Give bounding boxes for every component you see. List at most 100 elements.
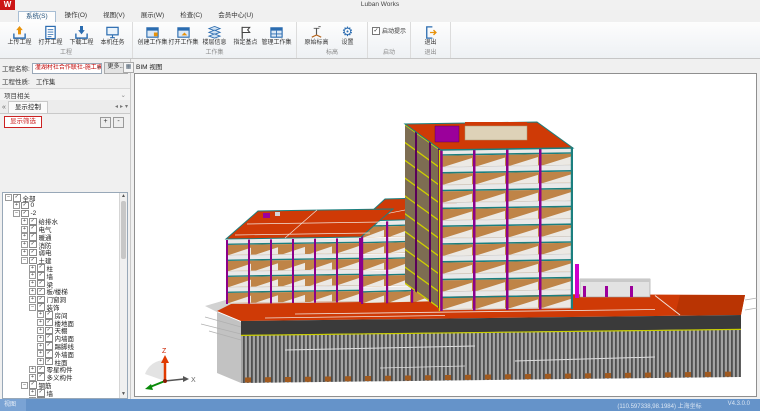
checkbox-checked-icon[interactable]: ✓ — [45, 350, 53, 358]
startup-tip-checkbox[interactable]: ✓ 启动提示 — [370, 22, 408, 35]
expand-icon[interactable]: + — [21, 226, 28, 233]
tree-item[interactable]: +✓墙 — [3, 272, 127, 280]
checkbox-checked-icon[interactable]: ✓ — [29, 241, 37, 249]
display-filter-button[interactable]: 显示筛选 — [4, 116, 42, 128]
collapse-panel-icon[interactable]: « — [0, 102, 8, 113]
more-tabs-icon[interactable]: ▾ — [125, 102, 128, 113]
collapse-all-button[interactable]: - — [113, 117, 124, 128]
expand-icon[interactable]: + — [37, 350, 44, 357]
tree-item[interactable]: −✓土建 — [3, 256, 127, 264]
scroll-up-icon[interactable]: ▲ — [120, 193, 127, 200]
tree-item[interactable]: +✓门窗洞 — [3, 295, 127, 303]
expand-icon[interactable]: + — [21, 233, 28, 240]
collapse-icon[interactable]: − — [13, 210, 20, 217]
project-name-dropdown[interactable]: 潼湖村社合作联社-施工模型▾ — [32, 63, 102, 74]
tree-item[interactable]: +✓消防 — [3, 241, 127, 249]
checkbox-checked-icon[interactable]: ✓ — [37, 366, 45, 374]
bim-view-tab[interactable]: BIM 视图 — [136, 61, 162, 71]
tree-scrollbar[interactable]: ▲ ▼ — [119, 193, 127, 398]
expand-icon[interactable]: + — [37, 319, 44, 326]
checkbox-checked-icon[interactable]: ✓ — [29, 257, 37, 265]
expand-icon[interactable]: + — [21, 241, 28, 248]
upload-project-button[interactable]: 上传工程 — [4, 24, 35, 47]
expand-icon[interactable]: + — [29, 296, 36, 303]
tree-item[interactable]: +✓暖通 — [3, 233, 127, 241]
expand-icon[interactable]: + — [29, 280, 36, 287]
model-tree[interactable]: −✓全部+✓0−✓-2+✓给排水+✓电气+✓暖通+✓消防+✓弱电−✓土建+✓柱+… — [2, 192, 128, 399]
menu-system[interactable]: 系统(S) — [18, 11, 56, 22]
collapse-icon[interactable]: − — [29, 304, 36, 311]
checkbox-checked-icon[interactable]: ✓ — [29, 218, 37, 226]
expand-icon[interactable]: + — [37, 311, 44, 318]
expand-icon[interactable]: + — [29, 366, 36, 373]
checkbox-checked-icon[interactable]: ✓ — [37, 272, 45, 280]
checkbox-checked-icon[interactable]: ✓ — [45, 319, 53, 327]
tree-item[interactable]: −✓钢筋 — [3, 381, 127, 389]
checkbox-checked-icon[interactable]: ✓ — [29, 249, 37, 257]
expand-icon[interactable]: + — [37, 343, 44, 350]
tree-item[interactable]: +✓柱 — [3, 264, 127, 272]
menu-view[interactable]: 视图(V) — [96, 11, 132, 22]
tree-item[interactable]: −✓全部 — [3, 194, 127, 202]
expand-icon[interactable]: + — [37, 358, 44, 365]
checkbox-checked-icon[interactable]: ✓ — [372, 27, 380, 35]
expand-icon[interactable]: + — [29, 288, 36, 295]
original-elevation-button[interactable]: 原始标高 — [301, 24, 332, 47]
collapse-icon[interactable]: − — [5, 194, 12, 201]
scroll-down-icon[interactable]: ▼ — [120, 391, 127, 398]
exit-button[interactable]: 退出 — [415, 24, 446, 47]
open-workset-button[interactable]: 打开工作集 — [168, 24, 199, 47]
menu-check[interactable]: 检查(C) — [173, 11, 209, 22]
checkbox-checked-icon[interactable]: ✓ — [37, 296, 45, 304]
layout-grid-icon[interactable]: ▦ — [123, 62, 134, 73]
checkbox-checked-icon[interactable]: ✓ — [37, 288, 45, 296]
checkbox-checked-icon[interactable]: ✓ — [29, 381, 37, 389]
settings-button[interactable]: ⚙ 设置 — [332, 24, 363, 47]
expand-icon[interactable]: + — [37, 335, 44, 342]
checkbox-checked-icon[interactable]: ✓ — [21, 210, 29, 218]
tree-item[interactable]: +✓弱电 — [3, 249, 127, 257]
open-project-button[interactable]: 打开工程 — [35, 24, 66, 47]
manage-workset-button[interactable]: 管理工作集 — [261, 24, 292, 47]
base-point-button[interactable]: 指定基点 — [230, 24, 261, 47]
checkbox-checked-icon[interactable]: ✓ — [37, 303, 45, 311]
checkbox-checked-icon[interactable]: ✓ — [13, 194, 21, 202]
checkbox-checked-icon[interactable]: ✓ — [45, 342, 53, 350]
tree-item[interactable]: +✓电气 — [3, 225, 127, 233]
expand-all-button[interactable]: + — [100, 117, 111, 128]
scrollbar-thumb[interactable] — [121, 201, 126, 259]
collapse-icon[interactable]: − — [21, 257, 28, 264]
expand-icon[interactable]: + — [29, 265, 36, 272]
tree-item[interactable]: +✓墙 — [3, 389, 127, 397]
scroll-left-icon[interactable]: ◂ — [115, 102, 118, 113]
menu-operate[interactable]: 操作(O) — [58, 11, 94, 22]
expand-icon[interactable]: + — [29, 374, 36, 381]
create-workset-button[interactable]: 创建工作集 — [137, 24, 168, 47]
collapse-icon[interactable]: − — [21, 382, 28, 389]
expand-icon[interactable]: + — [29, 272, 36, 279]
checkbox-checked-icon[interactable]: ✓ — [21, 202, 29, 210]
expand-icon[interactable]: + — [29, 389, 36, 396]
tree-item[interactable]: +✓0 — [3, 202, 127, 210]
tree-item[interactable]: −✓-2 — [3, 210, 127, 218]
bim-canvas[interactable]: Z X — [134, 73, 757, 397]
expand-icon[interactable]: + — [37, 327, 44, 334]
checkbox-checked-icon[interactable]: ✓ — [45, 334, 53, 342]
local-tasks-button[interactable]: 本机任务 — [97, 24, 128, 47]
expand-icon[interactable]: + — [21, 218, 28, 225]
expand-icon[interactable]: + — [21, 249, 28, 256]
tab-display-control[interactable]: 显示控制 — [8, 101, 48, 113]
checkbox-checked-icon[interactable]: ✓ — [29, 225, 37, 233]
checkbox-checked-icon[interactable]: ✓ — [29, 233, 37, 241]
menu-show[interactable]: 展示(W) — [134, 11, 171, 22]
checkbox-checked-icon[interactable]: ✓ — [45, 311, 53, 319]
tree-item[interactable]: +✓给排水 — [3, 217, 127, 225]
floor-info-button[interactable]: 楼层信息 — [199, 24, 230, 47]
checkbox-checked-icon[interactable]: ✓ — [45, 327, 53, 335]
expand-icon[interactable]: + — [13, 202, 20, 209]
checkbox-checked-icon[interactable]: ✓ — [37, 389, 45, 397]
download-project-button[interactable]: 下载工程 — [66, 24, 97, 47]
menu-member-center[interactable]: 会员中心(U) — [211, 11, 260, 22]
scroll-right-icon[interactable]: ▸ — [120, 102, 123, 113]
tree-item[interactable]: +✓多义构件 — [3, 373, 127, 381]
